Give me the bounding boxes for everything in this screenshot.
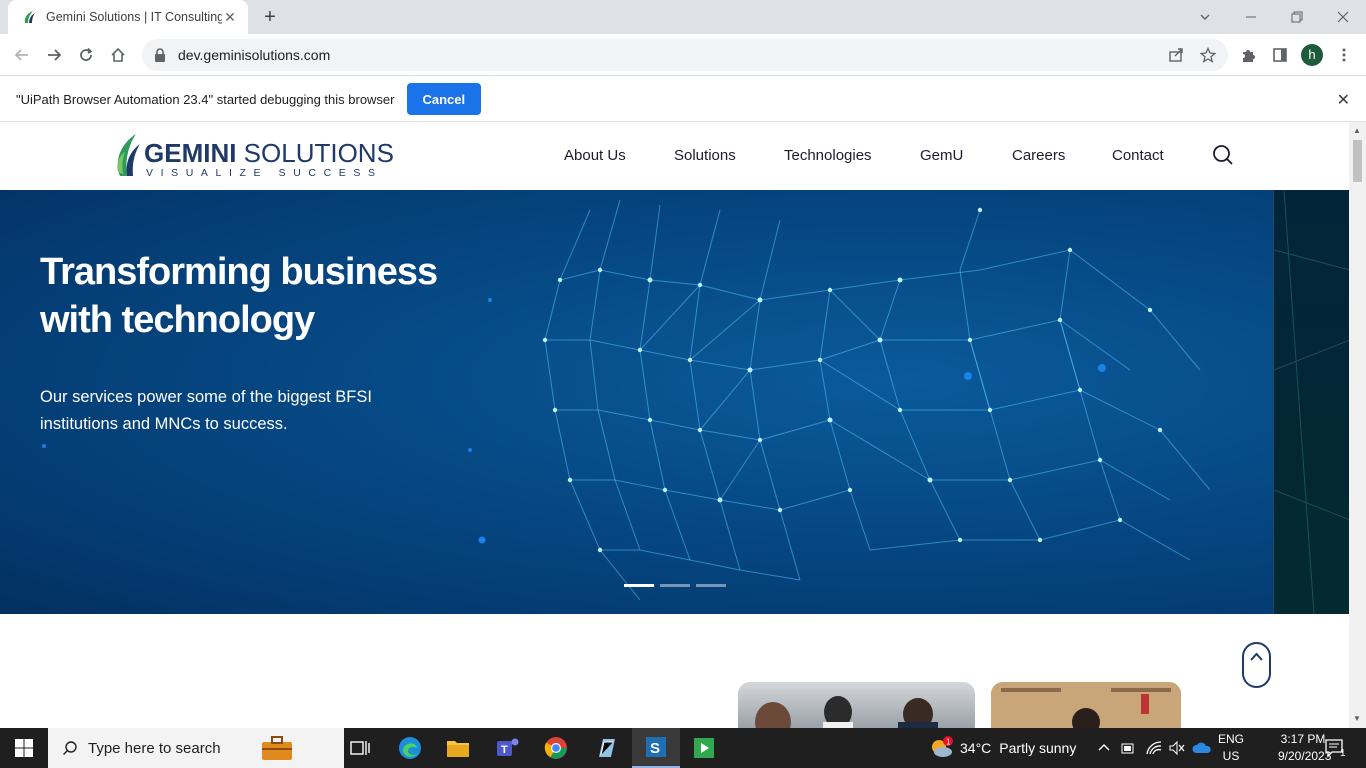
browser-tab-bar: Gemini Solutions | IT Consulting ✕ + (0, 0, 1366, 34)
tab-title: Gemini Solutions | IT Consulting (46, 10, 222, 24)
bookmark-star-icon[interactable] (1195, 42, 1221, 68)
logo-wordmark: GEMINI SOLUTIONS (144, 138, 394, 168)
battery-icon[interactable] (1120, 728, 1136, 768)
weather-widget[interactable]: 1 34°C Partly sunny (928, 728, 1076, 768)
leaf-logo-icon (117, 134, 140, 176)
nav-about-us[interactable]: About Us (564, 147, 626, 164)
restore-icon[interactable] (1274, 0, 1320, 34)
notepad-icon[interactable] (582, 728, 630, 768)
scrollbar-thumb[interactable] (1353, 140, 1362, 182)
nav-careers[interactable]: Careers (1012, 147, 1065, 164)
carousel-dot-1[interactable] (624, 584, 654, 587)
teams-icon[interactable]: T (484, 728, 532, 768)
show-hidden-icons-chevron-icon[interactable] (1096, 728, 1112, 768)
onedrive-icon[interactable] (1192, 728, 1212, 768)
carousel-dot-3[interactable] (696, 584, 726, 587)
hero-banner: Transforming business with technology Ou… (0, 190, 1273, 614)
briefcase-icon (262, 736, 292, 760)
infobar-message: "UiPath Browser Automation 23.4" started… (16, 91, 395, 107)
browser-tab[interactable]: Gemini Solutions | IT Consulting ✕ (8, 0, 248, 34)
taskbar-search-placeholder: Type here to search (88, 739, 221, 757)
gemini-favicon-icon (24, 11, 35, 23)
scroll-up-icon[interactable]: ▲ (1353, 126, 1361, 135)
svg-text:T: T (501, 744, 508, 756)
web-page: GEMINI SOLUTIONS VISUALIZE SUCCESS About… (0, 122, 1349, 728)
windows-start-icon[interactable] (0, 728, 48, 768)
page-scrollbar[interactable]: ▲ ▼ (1349, 122, 1366, 728)
clock-time: 3:17 PM (1280, 732, 1326, 746)
cancel-button[interactable]: Cancel (406, 83, 482, 115)
profile-avatar[interactable]: h (1301, 44, 1323, 66)
infobar-close-icon[interactable]: ✕ (1337, 90, 1350, 110)
kebab-menu-icon[interactable] (1331, 42, 1357, 68)
clock-date: 9/20/2023 (1278, 749, 1332, 763)
new-tab-button[interactable]: + (260, 7, 280, 27)
carousel-indicators (624, 584, 732, 587)
home-icon[interactable] (105, 42, 131, 68)
carousel-dot-2[interactable] (660, 584, 690, 587)
side-panel-icon[interactable] (1267, 42, 1293, 68)
uipath-studio-icon[interactable]: S (632, 728, 680, 768)
weather-temp: 34°C (960, 740, 992, 756)
search-icon[interactable] (1212, 144, 1234, 166)
tab-close-icon[interactable]: ✕ (222, 9, 238, 25)
nav-technologies[interactable]: Technologies (784, 147, 872, 164)
uipath-assistant-icon[interactable] (680, 728, 728, 768)
team-photo-image (738, 682, 975, 728)
notification-count: 1 (1340, 747, 1346, 759)
taskbar-search-box[interactable]: Type here to search (48, 728, 344, 768)
nav-contact[interactable]: Contact (1112, 147, 1164, 164)
office-photo-image (991, 682, 1181, 728)
chrome-icon[interactable] (532, 728, 580, 768)
network-icon[interactable] (1145, 728, 1163, 768)
back-icon[interactable] (9, 42, 35, 68)
address-bar[interactable]: dev.geminisolutions.com (142, 39, 1228, 71)
lock-icon[interactable] (154, 48, 166, 62)
extensions-icon[interactable] (1235, 42, 1261, 68)
site-header: GEMINI SOLUTIONS VISUALIZE SUCCESS About… (0, 122, 1349, 190)
forward-icon[interactable] (41, 42, 67, 68)
scroll-down-icon[interactable]: ▼ (1353, 714, 1361, 723)
reload-icon[interactable] (73, 42, 99, 68)
nav-gemu[interactable]: GemU (920, 147, 963, 164)
weather-icon: 1 (932, 736, 953, 757)
hero-headline: Transforming business with technology (40, 251, 438, 341)
gemini-logo[interactable]: GEMINI SOLUTIONS VISUALIZE SUCCESS (116, 130, 394, 182)
windows-taskbar: Type here to search T S 1 34°C Partly su… (0, 728, 1366, 768)
minimize-icon[interactable] (1228, 0, 1274, 34)
logo-tagline: VISUALIZE SUCCESS (146, 167, 383, 179)
weather-desc: Partly sunny (999, 740, 1077, 756)
search-icon (63, 741, 77, 755)
edge-browser-icon[interactable] (386, 728, 434, 768)
close-window-icon[interactable] (1320, 0, 1366, 34)
svg-text:S: S (650, 740, 660, 757)
tab-search-icon[interactable] (1182, 0, 1228, 34)
url-text[interactable]: dev.geminisolutions.com (178, 47, 330, 63)
taskbar-clock[interactable]: 3:17 PM 9/20/2023 (1278, 731, 1332, 765)
share-icon[interactable] (1163, 42, 1189, 68)
volume-muted-icon[interactable] (1168, 728, 1186, 768)
notification-center-icon[interactable]: 1 (1324, 728, 1346, 768)
debugging-infobar: "UiPath Browser Automation 23.4" started… (0, 77, 1366, 122)
scroll-to-top-button[interactable] (1242, 642, 1271, 688)
region-code: US (1222, 749, 1240, 763)
language-indicator[interactable]: ENG US (1218, 731, 1244, 765)
language-code: ENG (1218, 732, 1245, 746)
file-explorer-icon[interactable] (434, 728, 482, 768)
task-view-icon[interactable] (336, 728, 384, 768)
content-section (0, 614, 1349, 728)
svg-text:1: 1 (946, 738, 951, 747)
next-slide-preview (1273, 189, 1349, 615)
browser-toolbar: dev.geminisolutions.com h (0, 34, 1366, 76)
nav-solutions[interactable]: Solutions (674, 147, 736, 164)
hero-subtext: Our services power some of the biggest B… (40, 388, 372, 433)
